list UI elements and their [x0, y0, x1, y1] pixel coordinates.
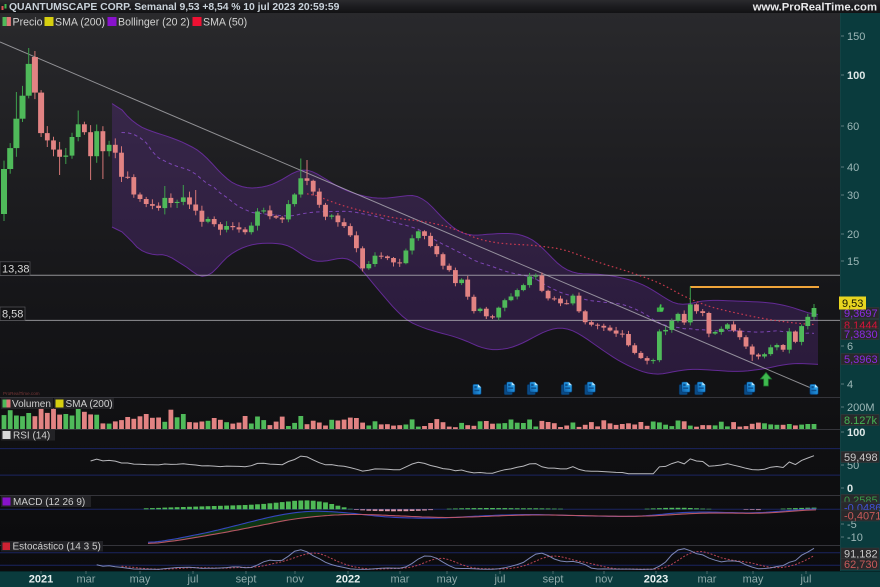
svg-text:jul: jul: [186, 574, 198, 586]
svg-text:-0,4071: -0,4071: [844, 511, 880, 523]
svg-text:62,730: 62,730: [844, 559, 878, 571]
svg-text:sept: sept: [236, 574, 257, 586]
svg-text:59,498: 59,498: [844, 452, 878, 464]
svg-text:200M: 200M: [847, 402, 875, 414]
svg-text:-10: -10: [847, 532, 863, 544]
svg-text:Estocástico (14 3 5): Estocástico (14 3 5): [13, 542, 101, 553]
svg-text:may: may: [743, 574, 764, 586]
svg-text:100: 100: [847, 427, 865, 439]
svg-text:2021: 2021: [29, 574, 53, 586]
svg-text:40: 40: [847, 162, 859, 174]
svg-text:SMA (200): SMA (200): [66, 399, 113, 410]
svg-text:jul: jul: [799, 574, 811, 586]
svg-text:may: may: [437, 574, 458, 586]
svg-text:mar: mar: [698, 574, 717, 586]
svg-text:mar: mar: [77, 574, 96, 586]
svg-text:sept: sept: [543, 574, 564, 586]
svg-text:9,53: 9,53: [842, 298, 863, 310]
svg-text:may: may: [130, 574, 151, 586]
svg-text:Bollinger (20 2): Bollinger (20 2): [118, 17, 190, 29]
svg-text:mar: mar: [391, 574, 410, 586]
svg-text:SMA (200): SMA (200): [55, 17, 105, 29]
svg-text:nov: nov: [595, 574, 613, 586]
svg-text:MACD (12 26 9): MACD (12 26 9): [13, 497, 85, 508]
svg-text:150: 150: [847, 31, 865, 43]
svg-text:www.ProRealTime.com: www.ProRealTime.com: [752, 2, 877, 14]
svg-text:nov: nov: [286, 574, 304, 586]
svg-text:SMA (50): SMA (50): [203, 17, 247, 29]
svg-text:0: 0: [847, 483, 853, 495]
svg-text:8.127k: 8.127k: [844, 415, 878, 427]
svg-text:Volumen: Volumen: [12, 399, 51, 410]
svg-text:6: 6: [847, 341, 853, 353]
svg-text:100: 100: [847, 70, 865, 82]
svg-text:5,3963: 5,3963: [844, 354, 878, 366]
svg-text:ProRealTime.com: ProRealTime.com: [3, 391, 40, 396]
svg-text:60: 60: [847, 121, 859, 133]
svg-text:2023: 2023: [644, 574, 668, 586]
svg-text:4: 4: [847, 379, 853, 391]
svg-text:RSI (14): RSI (14): [13, 430, 50, 441]
svg-text:15: 15: [847, 256, 859, 268]
svg-text:30: 30: [847, 190, 859, 202]
svg-text:jul: jul: [493, 574, 505, 586]
svg-text:QUANTUMSCAPE CORP. Semanal 9,5: QUANTUMSCAPE CORP. Semanal 9,53 +8,54 % …: [9, 2, 340, 13]
svg-text:8,58: 8,58: [2, 309, 23, 321]
svg-text:7,3830: 7,3830: [844, 329, 878, 341]
svg-text:20: 20: [847, 229, 859, 241]
svg-text:13,38: 13,38: [2, 264, 30, 276]
svg-text:Precio: Precio: [13, 17, 43, 29]
svg-text:2022: 2022: [336, 574, 360, 586]
